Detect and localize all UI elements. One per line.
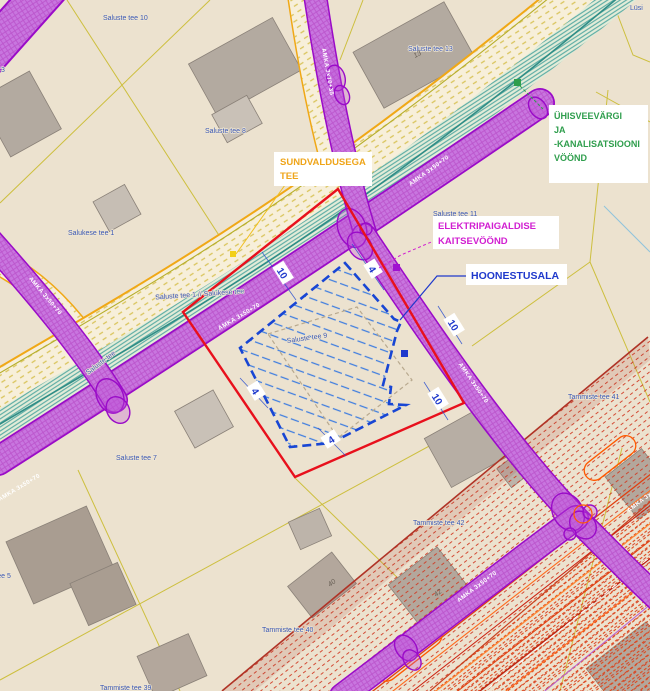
parcel-label: Lüsi: [630, 5, 643, 12]
callout-text: HOONESTUSALA: [471, 270, 560, 282]
callout-sundvaldusega-tee: SUNDVALDUSEGA TEE: [274, 152, 372, 186]
callout-text: SUNDVALDUSEGA: [280, 157, 366, 168]
callout-uhisveevargi: ÜHISVEEVÄRGI JA -KANALISATSIOONI VÖÖND: [549, 105, 648, 183]
callout-text: JA: [554, 125, 566, 135]
blue-marker-dot: [401, 350, 408, 357]
parcel-label: Tammiste tee 42: [413, 520, 464, 527]
map-canvas[interactable]: AMKA 3x70+35 AMKA 3x50+70 AMKA 3x50+70 A…: [0, 0, 650, 691]
water-marker-dot: [514, 79, 521, 86]
parcel-label: Saluste tee 10: [103, 15, 148, 22]
parcel-label: 3: [1, 67, 5, 74]
callout-elektripaigaldise: ELEKTRIPAIGALDISE KAITSEVÖÖND: [433, 216, 559, 249]
parcel-label: Salukese tee 1: [68, 230, 114, 237]
parcel-label: Tammiste tee 39: [100, 685, 151, 691]
parcel-label: Saluste tee 8: [205, 128, 246, 135]
callout-text: KAITSEVÖÖND: [438, 236, 508, 247]
parcel-label: Tammiste tee 40: [262, 627, 313, 634]
callout-text: VÖÖND: [554, 153, 588, 163]
cable-marker-dot: [393, 264, 400, 271]
parcel-label: Tammiste tee 41: [568, 394, 619, 401]
callout-text: TEE: [280, 171, 298, 182]
callout-text: -KANALISATSIOONI: [554, 139, 640, 149]
callout-text: ÜHISVEEVÄRGI: [554, 111, 622, 121]
parcel-label: Saluste tee 5: [0, 573, 11, 580]
callout-text: ELEKTRIPAIGALDISE: [438, 221, 536, 232]
road-marker-dot: [230, 251, 236, 257]
parcel-label: Saluste tee 7: [116, 455, 157, 462]
detail-plan-map: AMKA 3x70+35 AMKA 3x50+70 AMKA 3x50+70 A…: [0, 0, 650, 691]
callout-hoonestusala: HOONESTUSALA: [466, 264, 567, 285]
